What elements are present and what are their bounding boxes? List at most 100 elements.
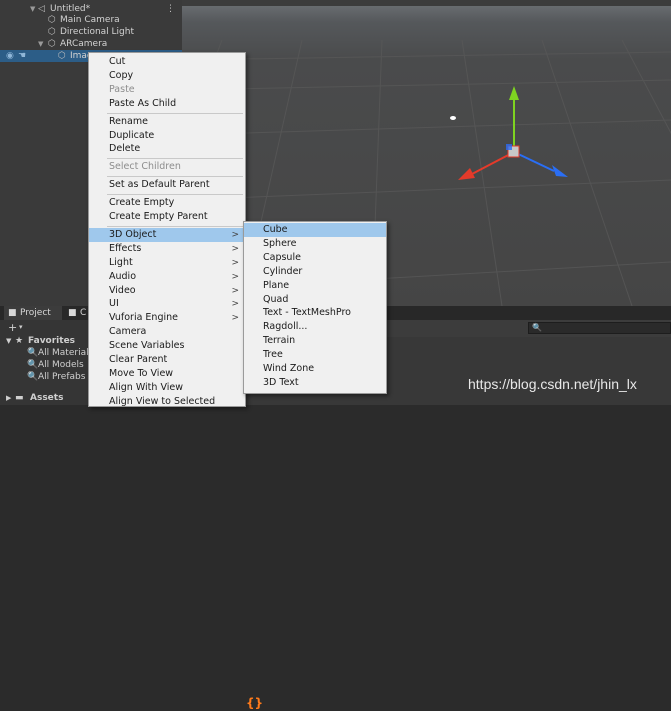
context-menu-item: Select Children	[89, 160, 245, 174]
menu-item-label: Move To View	[109, 367, 174, 379]
submenu-item[interactable]: Quad	[244, 293, 386, 307]
context-menu-item[interactable]: Align With View	[89, 381, 245, 395]
menu-separator	[107, 112, 243, 114]
submenu-item[interactable]: Text - TextMeshPro	[244, 306, 386, 320]
menu-item-label: 3D Object	[109, 228, 157, 240]
submenu-item[interactable]: 3D Text	[244, 376, 386, 390]
favorite-item[interactable]: All Materials	[38, 348, 93, 358]
context-menu-item[interactable]: Cut	[89, 55, 245, 69]
assets-label[interactable]: Assets	[30, 393, 63, 403]
context-menu-item[interactable]: Move To View	[89, 367, 245, 381]
context-menu-item[interactable]: Create Empty Parent	[89, 210, 245, 224]
menu-item-label: Scene Variables	[109, 340, 185, 352]
hierarchy-item[interactable]: ⬡ Directional Light	[0, 26, 182, 38]
context-menu-item[interactable]: Video >	[89, 284, 245, 298]
submenu-item[interactable]: Capsule	[244, 251, 386, 265]
menu-item-label: Select Children	[109, 161, 181, 173]
submenu-item[interactable]: Terrain	[244, 334, 386, 348]
submenu-arrow-icon: >	[231, 243, 239, 254]
context-menu-item[interactable]: Set as Default Parent	[89, 178, 245, 192]
menu-item-label: Wind Zone	[263, 363, 315, 374]
favorite-item[interactable]: All Models	[38, 360, 84, 370]
context-menu-item[interactable]: Paste As Child	[89, 97, 245, 111]
gameobject-icon: ⬡	[48, 15, 56, 25]
add-button[interactable]: +	[8, 321, 17, 334]
submenu-arrow-icon: >	[231, 257, 239, 268]
context-menu-item[interactable]: Rename	[89, 115, 245, 129]
menu-item-label: 3D Text	[263, 376, 299, 388]
watermark: https://blog.csdn.net/jhin_lx	[468, 376, 637, 392]
expand-arrow-icon[interactable]: ▼	[38, 38, 43, 50]
menu-item-label: Cube	[263, 224, 288, 235]
menu-item-label: Clear Parent	[109, 354, 168, 365]
context-menu-item[interactable]: Camera	[89, 325, 245, 339]
search-icon: 🔍	[27, 372, 39, 382]
menu-item-label: Delete	[109, 143, 141, 155]
star-icon: ★	[15, 336, 24, 346]
menu-item-label: Create Empty Parent	[109, 211, 208, 222]
project-search-input[interactable]: 🔍	[528, 322, 671, 334]
expand-arrow-icon[interactable]: ▼	[6, 337, 11, 345]
submenu-3d-object: Cube Sphere Capsule Cylinder Plane Quad Text -…	[243, 221, 387, 394]
tab-project[interactable]: ■ Project	[4, 306, 62, 320]
submenu-item[interactable]: Sphere	[244, 237, 386, 251]
context-menu-item[interactable]: Duplicate	[89, 129, 245, 143]
context-menu-item[interactable]: UI >	[89, 297, 245, 311]
hierarchy-item[interactable]: ⬡ Main Camera	[0, 14, 182, 26]
context-menu-item[interactable]: Delete	[89, 142, 245, 156]
hierarchy-item[interactable]: ▼ ⬡ ARCamera	[0, 38, 182, 50]
gameobject-icon: ⬡	[48, 27, 56, 37]
folder-icon: ▬	[15, 393, 24, 403]
transform-gizmo[interactable]	[458, 86, 568, 180]
submenu-item[interactable]: Plane	[244, 279, 386, 293]
context-menu-item[interactable]: Light >	[89, 256, 245, 270]
expand-arrow-icon[interactable]: ▶	[6, 394, 11, 402]
visibility-icon[interactable]: ◉	[6, 50, 14, 62]
menu-item-label: Set as Default Parent	[109, 179, 210, 191]
search-icon: 🔍	[532, 323, 542, 332]
submenu-item[interactable]: Tree	[244, 348, 386, 362]
context-menu-item[interactable]: Align View to Selected	[89, 395, 245, 409]
menu-item-label: Camera	[109, 326, 147, 338]
hierarchy-item-label: ARCamera	[60, 39, 108, 49]
submenu-item[interactable]: Wind Zone	[244, 362, 386, 376]
menu-item-label: Cut	[109, 56, 126, 67]
submenu-item[interactable]: Cube	[244, 223, 386, 237]
menu-separator	[107, 176, 243, 178]
light-gizmo-icon[interactable]	[450, 116, 456, 120]
menu-item-label: Capsule	[263, 251, 301, 263]
context-menu: Cut Copy Paste Paste As Child Rename Duplicat…	[88, 52, 246, 407]
tab-console[interactable]: ■ C	[66, 306, 86, 320]
menu-separator	[107, 158, 243, 160]
menu-item-label: Terrain	[263, 335, 296, 347]
menu-item-label: Create Empty	[109, 197, 175, 209]
hierarchy-item-label: Directional Light	[60, 27, 134, 37]
context-menu-item[interactable]: Audio >	[89, 270, 245, 284]
menu-separator	[107, 225, 243, 227]
context-menu-item[interactable]: Scene Variables	[89, 339, 245, 353]
context-menu-item[interactable]: 3D Object >	[89, 227, 245, 242]
menu-item-label: Quad	[263, 293, 289, 305]
context-menu-item[interactable]: Create Empty	[89, 196, 245, 210]
menu-separator	[107, 194, 243, 196]
submenu-arrow-icon: >	[231, 313, 239, 324]
pick-icon[interactable]: ☚	[18, 50, 26, 62]
context-menu-item[interactable]: Effects >	[89, 242, 245, 256]
context-menu-item[interactable]: Vuforia Engine >	[89, 311, 245, 325]
submenu-item[interactable]: Cylinder	[244, 265, 386, 279]
menu-item-label: Cylinder	[263, 265, 303, 277]
menu-item-label: Effects	[109, 242, 142, 254]
menu-item-label: Tree	[263, 349, 283, 361]
search-icon: 🔍	[27, 360, 39, 370]
submenu-item[interactable]: Ragdoll...	[244, 320, 386, 334]
add-dropdown-icon[interactable]: ▾	[19, 323, 23, 331]
menu-item-label: Rename	[109, 115, 148, 127]
console-icon: ■	[68, 308, 77, 318]
context-menu-item[interactable]: Copy	[89, 69, 245, 83]
menu-item-label: Plane	[263, 279, 290, 291]
favorites-label[interactable]: Favorites	[28, 336, 75, 346]
favorite-item[interactable]: All Prefabs	[38, 372, 85, 382]
context-menu-item[interactable]: Clear Parent	[89, 353, 245, 367]
braces-icon: {}	[246, 696, 264, 710]
tab-label: C	[80, 308, 87, 318]
